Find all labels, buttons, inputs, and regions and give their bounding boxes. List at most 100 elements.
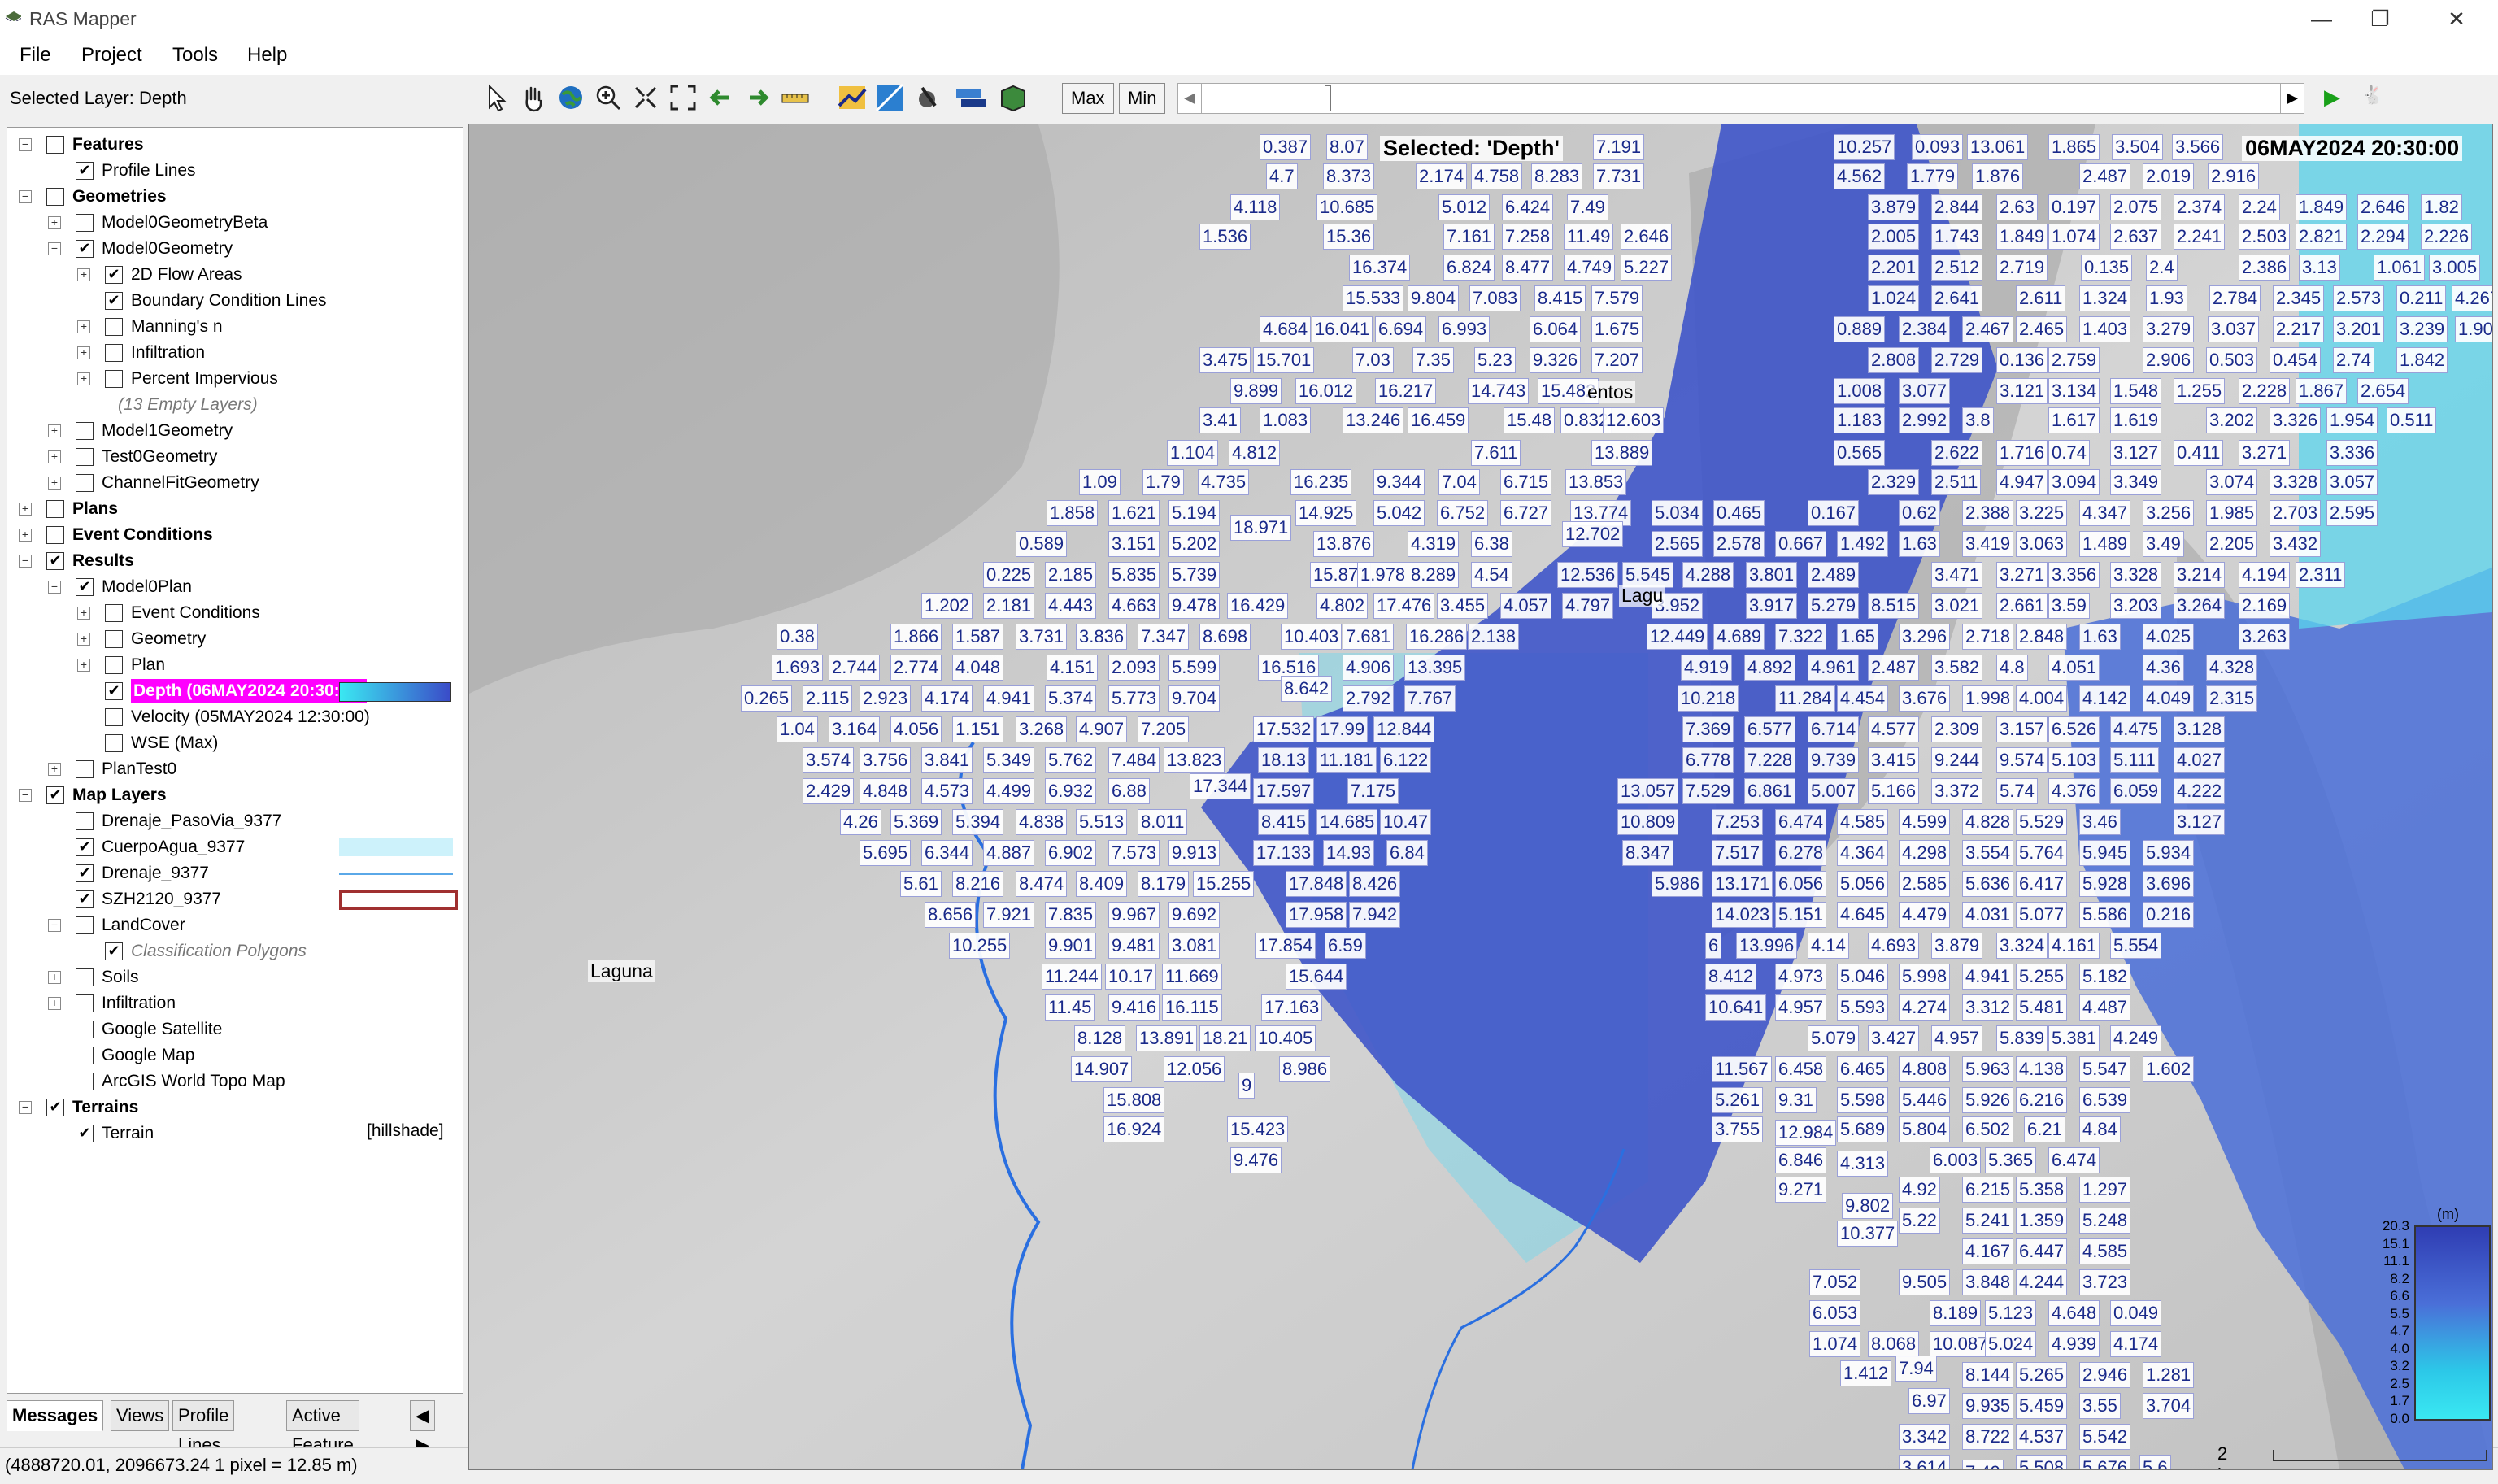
layer-checkbox[interactable] bbox=[105, 318, 123, 336]
profile-plot-icon[interactable] bbox=[836, 81, 868, 114]
menu-tools[interactable]: Tools bbox=[172, 44, 218, 67]
layer-checkbox[interactable]: ✔ bbox=[76, 838, 94, 856]
tree-expander-icon[interactable]: + bbox=[19, 503, 32, 516]
tree-expander-icon[interactable]: + bbox=[48, 997, 61, 1010]
layer-checkbox[interactable]: ✔ bbox=[76, 162, 94, 180]
layer-checkbox[interactable] bbox=[76, 1047, 94, 1064]
tree-item[interactable]: − ✔ Terrains bbox=[7, 1095, 455, 1120]
tree-item[interactable]: − Geometries bbox=[7, 185, 455, 209]
tree-item[interactable]: − ✔ Results bbox=[7, 549, 455, 573]
tree-expander-icon[interactable]: + bbox=[77, 607, 90, 620]
menu-project[interactable]: Project bbox=[81, 44, 142, 67]
tree-expander-icon[interactable]: − bbox=[19, 789, 32, 802]
tree-item[interactable]: + Infiltration bbox=[7, 991, 455, 1016]
tab-views[interactable]: Views bbox=[111, 1400, 170, 1431]
tree-item[interactable]: Google Map bbox=[7, 1043, 455, 1068]
tree-expander-icon[interactable]: + bbox=[48, 971, 61, 984]
full-extent-icon[interactable] bbox=[667, 81, 699, 114]
layer-checkbox[interactable] bbox=[105, 656, 123, 674]
tree-item[interactable]: − ✔ Model0Geometry bbox=[7, 237, 455, 261]
tree-item[interactable]: + Event Conditions bbox=[7, 523, 455, 547]
tree-expander-icon[interactable]: + bbox=[48, 216, 61, 229]
animation-speed-button[interactable]: 🐇 bbox=[2361, 85, 2383, 106]
tree-expander-icon[interactable]: − bbox=[48, 242, 61, 255]
layer-checkbox[interactable] bbox=[46, 136, 64, 154]
tree-expander-icon[interactable]: − bbox=[48, 919, 61, 932]
raster-icon[interactable] bbox=[873, 81, 906, 114]
tree-expander-icon[interactable]: + bbox=[77, 372, 90, 385]
tree-item[interactable]: Google Satellite bbox=[7, 1017, 455, 1042]
map-view[interactable]: 0.387 8.07 7.191 10.257 0.093 13.061 1.865 3.50… bbox=[468, 124, 2493, 1470]
tab-active-feature[interactable]: Active Feature bbox=[286, 1400, 359, 1455]
menu-file[interactable]: File bbox=[20, 44, 51, 67]
tree-expander-icon[interactable]: + bbox=[48, 477, 61, 490]
layer-checkbox[interactable] bbox=[46, 188, 64, 206]
tree-item[interactable]: + ChannelFitGeometry bbox=[7, 471, 455, 495]
tree-item[interactable]: + Geometry bbox=[7, 627, 455, 651]
tree-item[interactable]: ✔ Profile Lines bbox=[7, 159, 455, 183]
layer-checkbox[interactable] bbox=[105, 370, 123, 388]
layer-checkbox[interactable] bbox=[76, 812, 94, 830]
tree-item[interactable]: + Plans bbox=[7, 497, 455, 521]
tab-scroll-arrows[interactable]: ◀ ▶ bbox=[410, 1400, 435, 1455]
layer-checkbox[interactable] bbox=[105, 604, 123, 622]
tree-expander-icon[interactable]: + bbox=[48, 763, 61, 776]
layer-checkbox[interactable]: ✔ bbox=[105, 942, 123, 960]
tree-item[interactable]: + Percent Impervious bbox=[7, 367, 455, 391]
zoom-extents-icon[interactable] bbox=[629, 81, 662, 114]
tree-item[interactable]: + PlanTest0 bbox=[7, 757, 455, 781]
menu-help[interactable]: Help bbox=[247, 44, 287, 67]
tab-profile-lines[interactable]: Profile Lines bbox=[172, 1400, 235, 1455]
tree-item[interactable]: + Event Conditions bbox=[7, 601, 455, 625]
tree-expander-icon[interactable]: − bbox=[19, 138, 32, 151]
tree-item[interactable]: − LandCover bbox=[7, 913, 455, 938]
tree-item[interactable]: + Manning's n bbox=[7, 315, 455, 339]
tree-expander-icon[interactable]: + bbox=[19, 529, 32, 542]
tree-expander-icon[interactable]: + bbox=[77, 268, 90, 281]
maximize-button[interactable]: ❐ bbox=[2352, 3, 2409, 34]
layer-checkbox[interactable]: ✔ bbox=[105, 682, 123, 700]
layer-checkbox[interactable]: ✔ bbox=[46, 786, 64, 804]
tab-messages[interactable]: Messages bbox=[7, 1400, 104, 1431]
tree-item[interactable]: WSE (Max) bbox=[7, 731, 455, 755]
layer-checkbox[interactable] bbox=[76, 760, 94, 778]
minimize-button[interactable]: — bbox=[2293, 3, 2350, 34]
layer-checkbox[interactable] bbox=[105, 708, 123, 726]
layer-checkbox[interactable]: ✔ bbox=[76, 864, 94, 882]
back-arrow-icon[interactable] bbox=[704, 81, 737, 114]
measure-icon[interactable] bbox=[779, 81, 812, 114]
layer-checkbox[interactable]: ✔ bbox=[105, 292, 123, 310]
forward-arrow-icon[interactable] bbox=[742, 81, 774, 114]
pan-hand-icon[interactable] bbox=[517, 81, 550, 114]
tree-expander-icon[interactable]: + bbox=[77, 659, 90, 672]
time-slider-right-button[interactable]: ▶ bbox=[2280, 84, 2304, 113]
layer-checkbox[interactable] bbox=[76, 994, 94, 1012]
tree-expander-icon[interactable]: − bbox=[48, 581, 61, 594]
min-button[interactable]: Min bbox=[1119, 83, 1166, 114]
layer-checkbox[interactable] bbox=[46, 526, 64, 544]
time-slider-left-button[interactable]: ◀ bbox=[1178, 84, 1202, 113]
layer-checkbox[interactable]: ✔ bbox=[76, 1125, 94, 1142]
layer-checkbox[interactable] bbox=[105, 630, 123, 648]
layer-checkbox[interactable] bbox=[76, 448, 94, 466]
layer-checkbox[interactable]: ✔ bbox=[46, 552, 64, 570]
tree-expander-icon[interactable]: + bbox=[77, 320, 90, 333]
max-button[interactable]: Max bbox=[1062, 83, 1114, 114]
close-button[interactable]: ✕ bbox=[2428, 3, 2485, 34]
tree-expander-icon[interactable]: + bbox=[48, 424, 61, 437]
layer-icon[interactable] bbox=[953, 81, 986, 114]
tree-expander-icon[interactable]: − bbox=[19, 190, 32, 203]
tree-item[interactable]: Velocity (05MAY2024 12:30:00) bbox=[7, 705, 455, 729]
tree-expander-icon[interactable]: + bbox=[77, 633, 90, 646]
layer-checkbox[interactable]: ✔ bbox=[76, 578, 94, 596]
tree-item[interactable]: ✔ Classification Polygons bbox=[7, 939, 455, 964]
tree-item[interactable]: − ✔ Model0Plan bbox=[7, 575, 455, 599]
tree-item[interactable]: + Infiltration bbox=[7, 341, 455, 365]
tree-expander-icon[interactable]: + bbox=[77, 346, 90, 359]
pointer-icon[interactable] bbox=[480, 81, 512, 114]
tree-item[interactable]: + Plan bbox=[7, 653, 455, 677]
layer-checkbox[interactable] bbox=[46, 500, 64, 518]
zoom-in-icon[interactable] bbox=[592, 81, 624, 114]
layer-checkbox[interactable]: ✔ bbox=[46, 1099, 64, 1116]
layer-checkbox[interactable] bbox=[76, 916, 94, 934]
